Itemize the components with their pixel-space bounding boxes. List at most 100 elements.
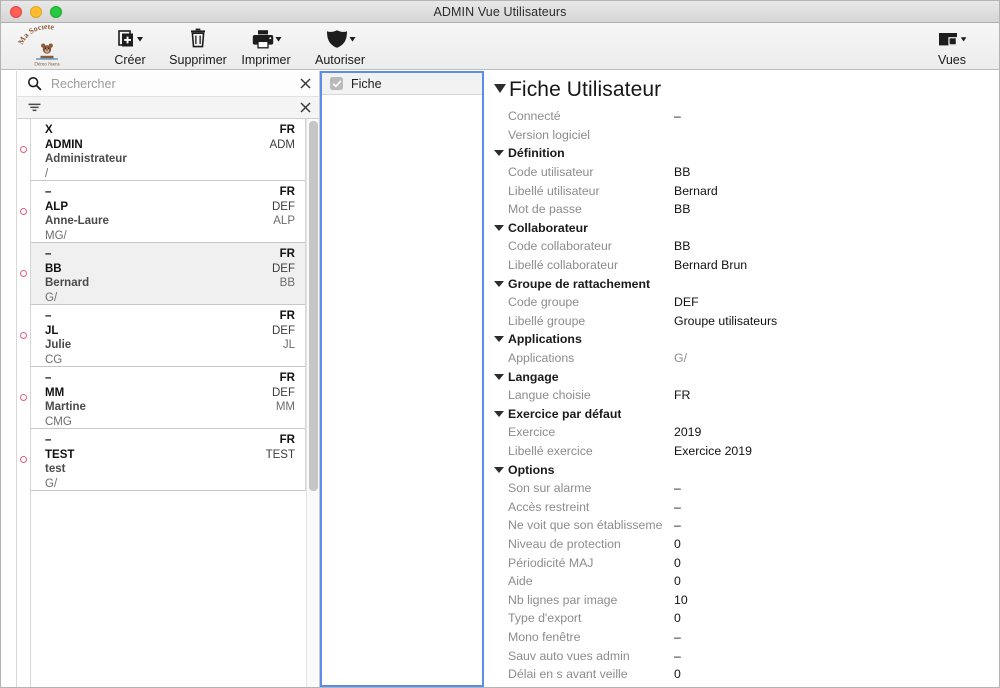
detail-field-row: Libellé groupe Groupe utilisateurs	[492, 312, 999, 331]
detail-header[interactable]: Fiche Utilisateur	[492, 71, 999, 102]
detail-field-row: Code groupe DEF	[492, 293, 999, 312]
checkmark-icon[interactable]	[330, 77, 343, 90]
row-right-column: FR DEF BB	[272, 247, 295, 291]
detail-group-row[interactable]: Langage	[492, 367, 999, 386]
list-scrollbar[interactable]	[306, 119, 319, 687]
detail-group-row[interactable]: Exercice par défaut	[492, 405, 999, 424]
detail-group-row[interactable]: Groupe de rattachement	[492, 274, 999, 293]
print-button[interactable]: Imprimer	[235, 23, 297, 67]
chevron-down-icon[interactable]	[492, 336, 508, 343]
detail-group-row[interactable]: Collaborateur	[492, 219, 999, 238]
row-status-marker[interactable]	[20, 394, 27, 401]
list-scrollbar-thumb[interactable]	[309, 121, 318, 491]
clear-search-icon[interactable]	[297, 76, 313, 92]
detail-value[interactable]: 0	[674, 537, 681, 551]
detail-field-row: Libellé utilisateur Bernard	[492, 181, 999, 200]
detail-field-row: Libellé exercice Exercice 2019	[492, 442, 999, 461]
delete-button[interactable]: Supprimer	[167, 23, 229, 67]
detail-label: Mot de passe	[508, 202, 582, 217]
detail-group-row[interactable]: Définition	[492, 144, 999, 163]
detail-value[interactable]: 0	[674, 574, 681, 588]
detail-value[interactable]: G/	[674, 351, 687, 365]
table-row[interactable]: – TEST test G/FR TEST	[31, 429, 305, 491]
chevron-down-icon[interactable]	[492, 150, 508, 157]
detail-field-row: Exercice 2019	[492, 423, 999, 442]
detail-field-row: Ne voit que son établisseme –	[492, 516, 999, 535]
detail-value[interactable]: 0	[674, 667, 681, 681]
detail-value[interactable]: BB	[674, 165, 690, 179]
users-list-scroll: X ADMIN Administrateur / FR ADM – ALP Anne-Laure…	[17, 119, 319, 687]
detail-label: Options	[508, 462, 555, 477]
table-row[interactable]: X ADMIN Administrateur / FR ADM	[31, 119, 305, 181]
detail-value[interactable]: –	[674, 481, 681, 495]
row-code: BB	[45, 262, 62, 275]
main-content: X ADMIN Administrateur/ FR ADM – ALP Anne-Laure…	[1, 71, 999, 687]
detail-label: Langage	[508, 369, 559, 384]
detail-value[interactable]: BB	[674, 202, 690, 216]
detail-label: Nb lignes par image	[508, 592, 618, 607]
table-row[interactable]: – MM Martine CMG FR DEF MM	[31, 367, 305, 429]
detail-value[interactable]: 600	[674, 686, 695, 687]
chevron-down-icon[interactable]	[492, 224, 508, 231]
company-logo[interactable]: Ma Société Démo 8sens	[11, 24, 83, 68]
chevron-down-icon[interactable]	[494, 84, 506, 93]
row-name: Administrateur	[45, 153, 127, 166]
users-list: X ADMIN Administrateur / FR ADM – ALP Anne-Laure…	[30, 119, 306, 687]
delete-button-label: Supprimer	[169, 53, 227, 67]
detail-value[interactable]: Groupe utilisateurs	[674, 314, 777, 328]
search-input[interactable]	[45, 76, 297, 91]
detail-value[interactable]: DEF	[674, 295, 699, 309]
detail-group-row[interactable]: Options	[492, 460, 999, 479]
detail-value[interactable]: Exercice 2019	[674, 444, 752, 458]
row-initials: MM	[275, 401, 295, 414]
detail-value[interactable]: 10	[674, 593, 688, 607]
tab-fiche[interactable]: Fiche	[322, 73, 482, 95]
detail-value[interactable]: BB	[674, 239, 690, 253]
table-row[interactable]: – ALP Anne-Laure MG/FR DEF ALP	[31, 181, 305, 243]
detail-panel: Fiche Utilisateur Connecté – Version logic…	[484, 71, 999, 687]
detail-field-row: Code utilisateur BB	[492, 163, 999, 182]
row-code: JL	[45, 324, 59, 337]
chevron-down-icon[interactable]	[492, 466, 508, 473]
detail-value[interactable]: –	[674, 630, 681, 644]
row-lang: FR	[279, 434, 295, 446]
row-status-marker[interactable]	[20, 332, 27, 339]
detail-title: Fiche Utilisateur	[509, 78, 662, 101]
row-status-marker[interactable]	[20, 456, 27, 463]
table-row[interactable]: – JL Julie CG FR DEF JL	[31, 305, 305, 367]
detail-value[interactable]: –	[674, 109, 681, 123]
chevron-down-icon[interactable]	[492, 373, 508, 380]
row-apps: G/	[45, 291, 58, 304]
views-button[interactable]: Vues	[921, 23, 983, 67]
create-button[interactable]: Créer	[99, 23, 161, 67]
detail-value[interactable]: Bernard Brun	[674, 258, 747, 272]
chevron-down-icon[interactable]	[492, 410, 508, 417]
detail-value[interactable]: –	[674, 500, 681, 514]
fiche-tab-body	[322, 95, 482, 685]
clear-filter-icon[interactable]	[297, 100, 313, 116]
row-group: DEF	[272, 324, 295, 337]
row-status-marker[interactable]	[20, 270, 27, 277]
detail-group-row[interactable]: Applications	[492, 330, 999, 349]
detail-value[interactable]: 0	[674, 611, 681, 625]
detail-label: Applications	[508, 332, 582, 347]
detail-value[interactable]: 0	[674, 556, 681, 570]
detail-value[interactable]: Bernard	[674, 184, 718, 198]
create-button-label: Créer	[114, 53, 146, 67]
row-right-column: FR ADM	[269, 123, 295, 152]
chevron-down-icon[interactable]	[492, 280, 508, 287]
detail-label: Connecté	[508, 109, 561, 124]
detail-value[interactable]: FR	[674, 388, 690, 402]
row-right-column: FR DEF MM	[272, 371, 295, 415]
table-row[interactable]: – BB Bernard G/FR DEF BB	[31, 243, 305, 305]
row-status-marker[interactable]	[20, 208, 27, 215]
detail-value[interactable]: 2019	[674, 425, 701, 439]
detail-value[interactable]: –	[674, 518, 681, 532]
row-status: –	[45, 434, 52, 446]
authorize-button[interactable]: Autoriser	[303, 23, 377, 67]
filter-icon[interactable]	[23, 101, 45, 114]
row-right-column: FR DEF ALP	[272, 185, 295, 229]
row-status-marker[interactable]	[20, 146, 27, 153]
detail-label: Groupe de rattachement	[508, 276, 651, 291]
detail-value[interactable]: –	[674, 649, 681, 663]
